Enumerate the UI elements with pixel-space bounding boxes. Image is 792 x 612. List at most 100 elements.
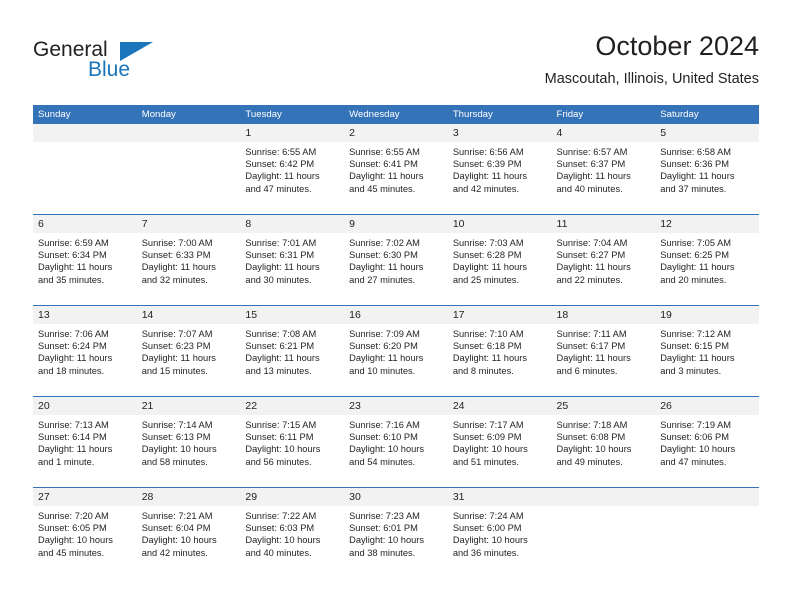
day-detail-line: Sunset: 6:14 PM [38,432,107,443]
day-number: 22 [245,400,258,412]
day-detail-line: Sunrise: 7:15 AM [245,420,317,430]
day-detail-line: Daylight: 11 hours [349,262,424,273]
day-number-band: 9 [344,215,448,233]
calendar-day-cell[interactable]: 16 Sunrise: 7:09 AM Sunset: 6:20 PM Dayligh… [344,306,448,396]
day-detail-line: and 1 minute. [38,456,95,467]
calendar-day-cell[interactable]: 5 Sunrise: 6:58 AM Sunset: 6:36 PM Daylight… [655,124,759,214]
day-detail-line: and 35 minutes. [38,274,105,285]
day-detail-line: Sunset: 6:04 PM [141,523,211,534]
day-details: Sunrise: 7:05 AM Sunset: 6:25 PM Daylight:… [655,233,759,286]
day-detail-line: Sunset: 6:00 PM [452,523,522,534]
calendar-day-cell[interactable]: 27 Sunrise: 7:20 AM Sunset: 6:05 PM Dayligh… [33,488,137,578]
day-detail-line: Sunrise: 7:22 AM [245,511,317,521]
day-number: 29 [245,491,258,503]
calendar-day-cell[interactable]: 12 Sunrise: 7:05 AM Sunset: 6:25 PM Dayligh… [655,215,759,305]
day-details [552,506,656,510]
day-detail-line: Sunrise: 6:55 AM [349,147,420,157]
weekday-header-monday: Monday [141,109,176,120]
calendar-day-cell[interactable]: 30 Sunrise: 7:23 AM Sunset: 6:01 PM Dayligh… [344,488,448,578]
calendar-day-cell[interactable]: 4 Sunrise: 6:57 AM Sunset: 6:37 PM Daylight… [551,124,656,214]
calendar-day-cell[interactable]: 2 Sunrise: 6:55 AM Sunset: 6:41 PM Daylight… [344,124,448,214]
calendar-week-row: 20 Sunrise: 7:13 AM Sunset: 6:14 PM Dayligh… [33,396,759,487]
day-detail-line: Sunrise: 7:17 AM [452,420,524,430]
day-detail-line: Daylight: 11 hours [245,353,320,364]
calendar-day-cell[interactable]: 10 Sunrise: 7:03 AM Sunset: 6:28 PM Dayligh… [447,215,552,305]
day-detail-line: Sunset: 6:06 PM [660,432,729,443]
day-detail-line: and 36 minutes. [452,547,519,558]
calendar-day-cell[interactable]: 11 Sunrise: 7:04 AM Sunset: 6:27 PM Dayligh… [551,215,656,305]
day-number-band: 23 [344,397,448,415]
day-detail-line: and 8 minutes. [452,365,514,376]
day-detail-line: Sunrise: 7:05 AM [660,238,732,248]
calendar-day-cell[interactable]: 3 Sunrise: 6:56 AM Sunset: 6:39 PM Daylight… [447,124,552,214]
day-detail-line: Sunrise: 7:16 AM [349,420,420,430]
day-detail-line: Daylight: 10 hours [660,444,736,455]
day-number-band: 27 [33,488,137,506]
day-detail-line: Sunrise: 7:23 AM [349,511,420,521]
day-detail-line: Sunset: 6:33 PM [141,250,211,261]
day-detail-line: Daylight: 10 hours [38,535,113,546]
day-details: Sunrise: 6:55 AM Sunset: 6:41 PM Daylight:… [344,142,448,195]
day-number: 11 [556,218,568,230]
calendar-day-cell[interactable]: 15 Sunrise: 7:08 AM Sunset: 6:21 PM Dayligh… [240,306,345,396]
day-number-band: 28 [136,488,241,506]
day-detail-line: and 6 minutes. [556,365,618,376]
calendar-day-cell[interactable]: 9 Sunrise: 7:02 AM Sunset: 6:30 PM Daylight… [344,215,448,305]
calendar-day-cell-empty [136,124,241,214]
day-number-band: 24 [447,397,552,415]
day-details: Sunrise: 7:04 AM Sunset: 6:27 PM Daylight:… [552,233,656,286]
day-detail-line: and 13 minutes. [245,365,312,376]
calendar-day-cell[interactable]: 21 Sunrise: 7:14 AM Sunset: 6:13 PM Dayligh… [136,397,241,487]
general-blue-logo[interactable]: General Blue [33,38,163,86]
calendar-day-cell[interactable]: 13 Sunrise: 7:06 AM Sunset: 6:24 PM Dayligh… [33,306,137,396]
day-number-band: 1 [240,124,345,142]
calendar-day-cell[interactable]: 28 Sunrise: 7:21 AM Sunset: 6:04 PM Dayligh… [136,488,241,578]
calendar-day-cell[interactable]: 17 Sunrise: 7:10 AM Sunset: 6:18 PM Dayligh… [447,306,552,396]
day-detail-line: Sunset: 6:03 PM [245,523,315,534]
calendar-day-cell[interactable]: 20 Sunrise: 7:13 AM Sunset: 6:14 PM Dayligh… [33,397,137,487]
day-detail-line: Sunrise: 7:00 AM [141,238,213,248]
day-detail-line: Sunset: 6:42 PM [245,159,315,170]
calendar-day-cell[interactable]: 8 Sunrise: 7:01 AM Sunset: 6:31 PM Daylight… [240,215,345,305]
calendar-day-cell[interactable]: 29 Sunrise: 7:22 AM Sunset: 6:03 PM Dayligh… [240,488,345,578]
calendar-day-cell[interactable]: 31 Sunrise: 7:24 AM Sunset: 6:00 PM Dayligh… [447,488,552,578]
day-detail-line: Daylight: 11 hours [38,444,113,455]
day-detail-line: and 40 minutes. [245,547,312,558]
calendar-day-cell[interactable]: 18 Sunrise: 7:11 AM Sunset: 6:17 PM Dayligh… [551,306,656,396]
day-number-band [136,124,241,142]
day-detail-line: Daylight: 10 hours [349,535,425,546]
calendar-day-cell[interactable]: 24 Sunrise: 7:17 AM Sunset: 6:09 PM Dayligh… [447,397,552,487]
day-number: 6 [38,218,44,230]
day-number: 8 [245,218,252,230]
day-detail-line: Sunset: 6:28 PM [452,250,522,261]
day-detail-line: Sunrise: 7:20 AM [38,511,109,521]
day-details: Sunrise: 7:09 AM Sunset: 6:20 PM Daylight:… [344,324,448,377]
day-number: 10 [452,218,465,230]
logo-text-blue: Blue [88,58,131,81]
day-number-band [655,488,759,506]
calendar-day-cell[interactable]: 26 Sunrise: 7:19 AM Sunset: 6:06 PM Dayligh… [655,397,759,487]
calendar-day-cell[interactable]: 7 Sunrise: 7:00 AM Sunset: 6:33 PM Daylight… [136,215,241,305]
day-detail-line: Sunrise: 7:07 AM [141,329,213,339]
weekday-header-row: Sunday Monday Tuesday Wednesday Thursday Frid… [33,105,759,124]
day-detail-line: Sunset: 6:15 PM [660,341,729,352]
day-details: Sunrise: 7:18 AM Sunset: 6:08 PM Daylight:… [552,415,656,468]
day-number-band: 13 [33,306,137,324]
day-detail-line: Sunset: 6:39 PM [452,159,522,170]
day-detail-line: and 30 minutes. [245,274,312,285]
calendar-day-cell[interactable]: 19 Sunrise: 7:12 AM Sunset: 6:15 PM Dayligh… [655,306,759,396]
title-block: October 2024 Mascoutah, Illinois, United… [545,30,759,89]
calendar-day-cell[interactable]: 6 Sunrise: 6:59 AM Sunset: 6:34 PM Daylight… [33,215,137,305]
calendar-day-cell[interactable]: 22 Sunrise: 7:15 AM Sunset: 6:11 PM Dayligh… [240,397,345,487]
calendar-day-cell[interactable]: 23 Sunrise: 7:16 AM Sunset: 6:10 PM Dayligh… [344,397,448,487]
calendar-day-cell-empty [551,488,656,578]
day-detail-line: Sunset: 6:09 PM [452,432,522,443]
day-details: Sunrise: 7:14 AM Sunset: 6:13 PM Daylight:… [137,415,241,468]
calendar-day-cell[interactable]: 25 Sunrise: 7:18 AM Sunset: 6:08 PM Dayligh… [551,397,656,487]
calendar-day-cell[interactable]: 1 Sunrise: 6:55 AM Sunset: 6:42 PM Daylight… [240,124,345,214]
day-details: Sunrise: 7:06 AM Sunset: 6:24 PM Daylight:… [33,324,137,377]
calendar-day-cell[interactable]: 14 Sunrise: 7:07 AM Sunset: 6:23 PM Dayligh… [136,306,241,396]
day-details: Sunrise: 7:21 AM Sunset: 6:04 PM Daylight:… [137,506,241,559]
day-details: Sunrise: 6:58 AM Sunset: 6:36 PM Daylight:… [655,142,759,195]
day-detail-line: Daylight: 10 hours [452,535,528,546]
